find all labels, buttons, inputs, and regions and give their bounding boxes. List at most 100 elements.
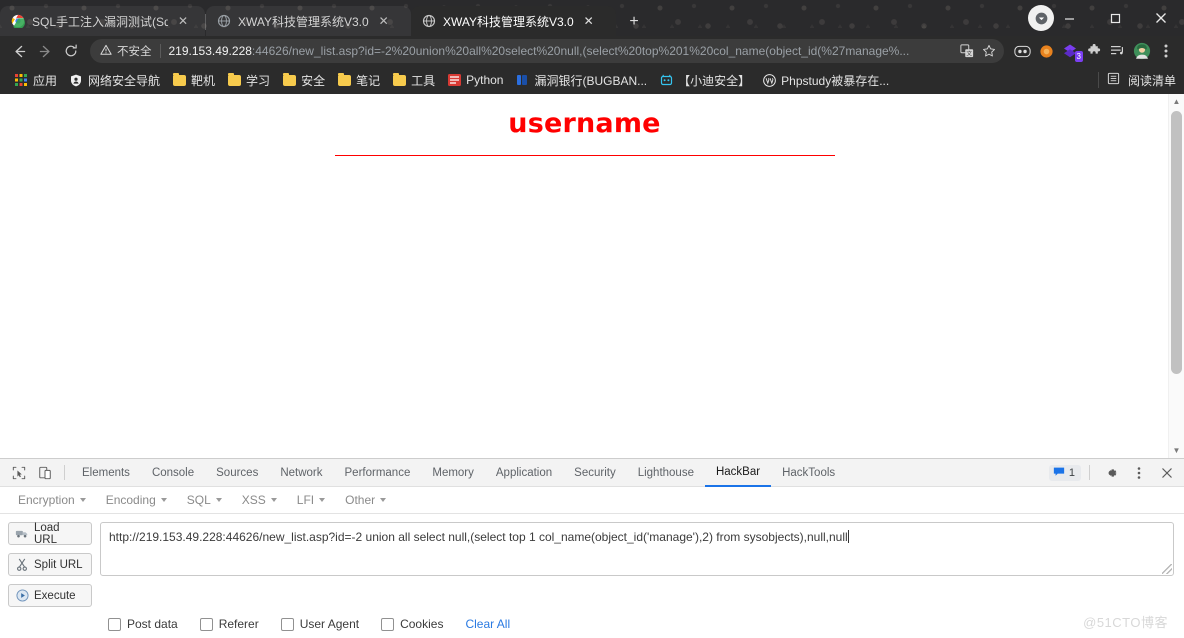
- option-post-data-label: Post data: [127, 617, 178, 631]
- purple-diamond-extension-icon[interactable]: 3: [1058, 38, 1083, 64]
- clear-all-link[interactable]: Clear All: [465, 617, 510, 631]
- issues-counter[interactable]: 1: [1048, 464, 1081, 481]
- chevron-down-icon: [380, 498, 387, 502]
- load-url-button[interactable]: Load URL: [8, 522, 92, 546]
- hackbar-menu-sql-label: SQL: [186, 493, 211, 507]
- puzzle-extensions-icon[interactable]: [1082, 38, 1106, 64]
- back-button[interactable]: [6, 38, 32, 64]
- devtools-tab-sources[interactable]: Sources: [205, 460, 269, 486]
- close-icon[interactable]: [1154, 460, 1180, 486]
- browser-tab-1-title: SQL手工注入漏洞测试(Sql Serve: [32, 14, 168, 29]
- option-referer[interactable]: Referer: [199, 617, 259, 631]
- new-tab-button[interactable]: +: [620, 8, 648, 36]
- option-user-agent[interactable]: User Agent: [280, 617, 359, 631]
- translate-icon[interactable]: 文: [956, 40, 978, 62]
- hackbar-menu-lfi-label: LFI: [296, 493, 315, 507]
- reload-button[interactable]: [58, 38, 84, 64]
- bookmark-item-2[interactable]: 学习: [221, 70, 276, 91]
- lastpass-extension-icon[interactable]: [1010, 38, 1034, 64]
- chevron-down-icon: [319, 498, 326, 502]
- user-agent-checkbox[interactable]: [280, 617, 294, 631]
- option-cookies[interactable]: Cookies: [381, 617, 443, 631]
- bookmark-item-8[interactable]: 【小迪安全】: [653, 70, 756, 91]
- forward-button[interactable]: [32, 38, 58, 64]
- devtools-tab-security[interactable]: Security: [563, 460, 627, 486]
- hackbar-url-input[interactable]: http://219.153.49.228:44626/new_list.asp…: [100, 522, 1174, 576]
- address-bar[interactable]: 不安全 219.153.49.228:44626/new_list.asp?id…: [90, 39, 1004, 63]
- devtools-tab-hacktools[interactable]: HackTools: [771, 460, 846, 486]
- devtools-tab-memory[interactable]: Memory: [421, 460, 485, 486]
- bookmark-item-1[interactable]: 靶机: [166, 70, 221, 91]
- devtools-tab-network[interactable]: Network: [269, 460, 333, 486]
- bookmark-item-0[interactable]: 网络安全导航: [63, 70, 166, 91]
- browser-tab-1-close-icon[interactable]: ✕: [175, 13, 191, 29]
- device-toolbar-icon[interactable]: [32, 460, 58, 486]
- omnibox-divider: [159, 44, 161, 58]
- referer-checkbox[interactable]: [199, 617, 213, 631]
- bookmark-item-9[interactable]: Phpstudy被暴存在...: [756, 70, 895, 91]
- option-cookies-label: Cookies: [400, 617, 444, 631]
- hackbar-menu-xss[interactable]: XSS: [232, 493, 287, 507]
- hackbar-url-value: http://219.153.49.228:44626/new_list.asp…: [109, 530, 848, 544]
- window-close-button[interactable]: [1138, 2, 1184, 34]
- devtools-tab-console[interactable]: Console: [141, 460, 205, 486]
- inspect-element-icon[interactable]: [6, 460, 32, 486]
- user-avatar-icon[interactable]: [1130, 38, 1154, 64]
- resize-grip-icon[interactable]: [1162, 564, 1172, 574]
- page-scrollbar[interactable]: ▲ ▼: [1168, 94, 1184, 458]
- browser-tab-2-close-icon[interactable]: ✕: [376, 13, 392, 29]
- bugbank-icon: [515, 73, 529, 87]
- devtools-tab-elements[interactable]: Elements: [71, 460, 141, 486]
- bookmark-item-6[interactable]: Python: [441, 71, 509, 89]
- star-icon[interactable]: [978, 40, 1000, 62]
- bookmark-apps[interactable]: 应用: [8, 70, 63, 91]
- hackbar-menu-encryption[interactable]: Encryption: [8, 493, 96, 507]
- bookmark-item-4[interactable]: 笔记: [331, 70, 386, 91]
- browser-tab-3-close-icon[interactable]: ✕: [581, 13, 597, 29]
- devtools-tab-performance[interactable]: Performance: [334, 460, 422, 486]
- hackbar-menu-xss-label: XSS: [241, 493, 266, 507]
- post-data-checkbox[interactable]: [108, 617, 121, 631]
- orange-circle-extension-icon[interactable]: [1034, 38, 1058, 64]
- hackbar-menu-sql[interactable]: SQL: [177, 493, 232, 507]
- site-security-indicator[interactable]: 不安全: [100, 43, 152, 59]
- shield-icon: [69, 73, 83, 87]
- wordpress-icon: [762, 73, 776, 87]
- cookies-checkbox[interactable]: [381, 617, 395, 631]
- reading-list-label[interactable]: 阅读清单: [1128, 72, 1176, 89]
- hackbar-menu-encryption-label: Encryption: [18, 493, 75, 507]
- watermark: @51CTO博客: [1083, 615, 1168, 630]
- playlist-extension-icon[interactable]: [1106, 38, 1130, 64]
- kebab-menu-icon[interactable]: [1126, 460, 1152, 486]
- window-maximize-button[interactable]: [1092, 2, 1138, 34]
- browser-tab-3[interactable]: XWAY科技管理系统V3.0 ✕: [411, 6, 616, 36]
- bookmark-item-3[interactable]: 安全: [276, 70, 331, 91]
- scrollbar-thumb[interactable]: [1171, 111, 1182, 374]
- execute-play-icon: [15, 589, 29, 603]
- split-url-button[interactable]: Split URL: [8, 553, 92, 576]
- window-minimize-button[interactable]: [1046, 2, 1092, 34]
- svg-text:文: 文: [966, 50, 972, 58]
- devtools-tab-hackbar[interactable]: HackBar: [704, 459, 772, 487]
- devtools-tab-application[interactable]: Application: [485, 460, 563, 486]
- gear-icon[interactable]: [1098, 460, 1124, 486]
- kebab-menu-icon[interactable]: [1154, 38, 1178, 64]
- devtools-tab-lighthouse[interactable]: Lighthouse: [627, 460, 705, 486]
- bookmark-item-5[interactable]: 工具: [386, 70, 441, 91]
- bookmark-item-2-label: 学习: [246, 73, 271, 88]
- xiaodi-icon: [659, 73, 673, 87]
- issues-count: 1: [1068, 466, 1075, 479]
- scrollbar-down-arrow[interactable]: ▼: [1169, 443, 1184, 458]
- scrollbar-up-arrow[interactable]: ▲: [1169, 94, 1184, 109]
- browser-tab-2[interactable]: XWAY科技管理系统V3.0 ✕: [206, 6, 411, 36]
- hackbar-menu-encoding[interactable]: Encoding: [96, 493, 177, 507]
- hackbar-action-buttons: Load URL Split URL Execute: [8, 522, 92, 607]
- reading-list-icon[interactable]: [1107, 72, 1120, 88]
- bookmark-item-7[interactable]: 漏洞银行(BUGBAN...: [509, 70, 653, 91]
- hackbar-menu-lfi[interactable]: LFI: [287, 493, 335, 507]
- hackbar-menu-other[interactable]: Other: [335, 493, 396, 507]
- execute-button[interactable]: Execute: [8, 584, 92, 607]
- option-post-data[interactable]: Post data: [108, 617, 178, 631]
- browser-tab-1[interactable]: SQL手工注入漏洞测试(Sql Serve ✕: [0, 6, 205, 36]
- split-url-label: Split URL: [34, 558, 83, 571]
